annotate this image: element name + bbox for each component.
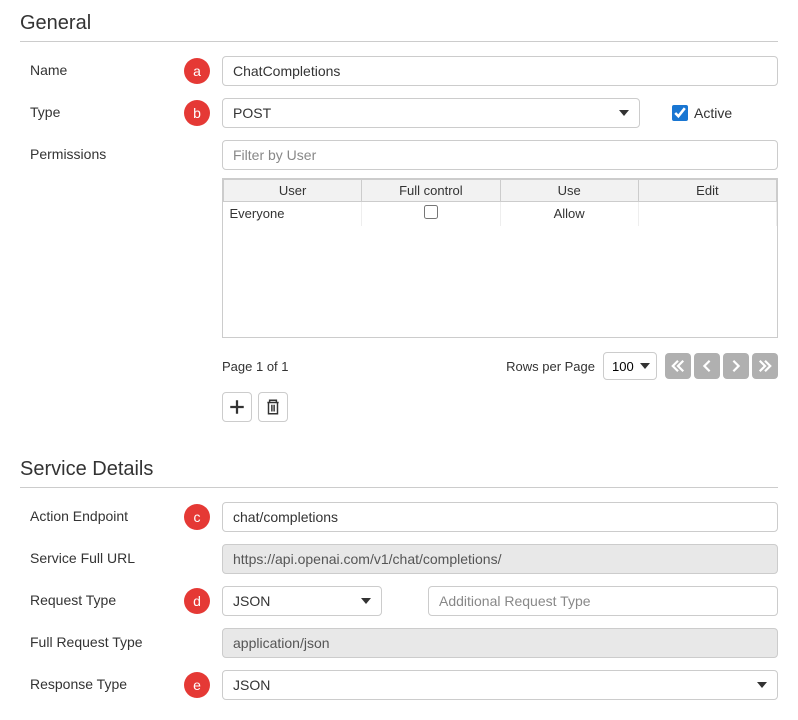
col-full-control: Full control [362, 180, 500, 202]
endpoint-input[interactable] [222, 502, 778, 532]
pager-next-button[interactable] [723, 353, 749, 379]
plus-icon [228, 398, 246, 416]
chevron-right-icon [729, 359, 743, 373]
trash-icon [264, 398, 282, 416]
full-request-type-label: Full Request Type [20, 628, 184, 650]
badge-b: b [184, 100, 210, 126]
badge-a: a [184, 58, 210, 84]
rows-per-page-label: Rows per Page [506, 359, 595, 374]
active-checkbox[interactable] [672, 105, 688, 121]
rows-per-page-select[interactable]: 100 [603, 352, 657, 380]
badge-d: d [184, 588, 210, 614]
col-use: Use [500, 180, 638, 202]
add-row-button[interactable] [222, 392, 252, 422]
request-type-label: Request Type [20, 586, 184, 608]
name-label: Name [20, 56, 184, 78]
type-select[interactable]: POST [222, 98, 640, 128]
active-label: Active [694, 105, 732, 121]
endpoint-label: Action Endpoint [20, 502, 184, 524]
chevron-double-left-icon [671, 359, 685, 373]
type-label: Type [20, 98, 184, 120]
name-input[interactable] [222, 56, 778, 86]
col-edit: Edit [638, 180, 776, 202]
cell-edit [638, 202, 776, 226]
response-type-select[interactable]: JSON [222, 670, 778, 700]
permissions-label: Permissions [20, 140, 184, 162]
table-row[interactable]: Everyone Allow [224, 202, 777, 226]
page-info: Page 1 of 1 [222, 359, 289, 374]
response-type-label: Response Type [20, 670, 184, 692]
pager-prev-button[interactable] [694, 353, 720, 379]
chevron-left-icon [700, 359, 714, 373]
full-request-type-value: application/json [222, 628, 778, 658]
col-user: User [224, 180, 362, 202]
section-header-service: Service Details [20, 458, 778, 488]
badge-e: e [184, 672, 210, 698]
pager-first-button[interactable] [665, 353, 691, 379]
chevron-double-right-icon [758, 359, 772, 373]
additional-request-type-input[interactable] [428, 586, 778, 616]
badge-c: c [184, 504, 210, 530]
cell-user: Everyone [224, 202, 362, 226]
delete-row-button[interactable] [258, 392, 288, 422]
cell-use: Allow [500, 202, 638, 226]
full-url-value: https://api.openai.com/v1/chat/completio… [222, 544, 778, 574]
request-type-select[interactable]: JSON [222, 586, 382, 616]
full-url-label: Service Full URL [20, 544, 184, 566]
cell-full-control [362, 202, 500, 226]
permissions-table: User Full control Use Edit Everyone Allo… [222, 178, 778, 338]
section-header-general: General [20, 12, 778, 42]
permissions-filter-input[interactable] [222, 140, 778, 170]
pager-last-button[interactable] [752, 353, 778, 379]
full-control-checkbox[interactable] [424, 205, 438, 219]
